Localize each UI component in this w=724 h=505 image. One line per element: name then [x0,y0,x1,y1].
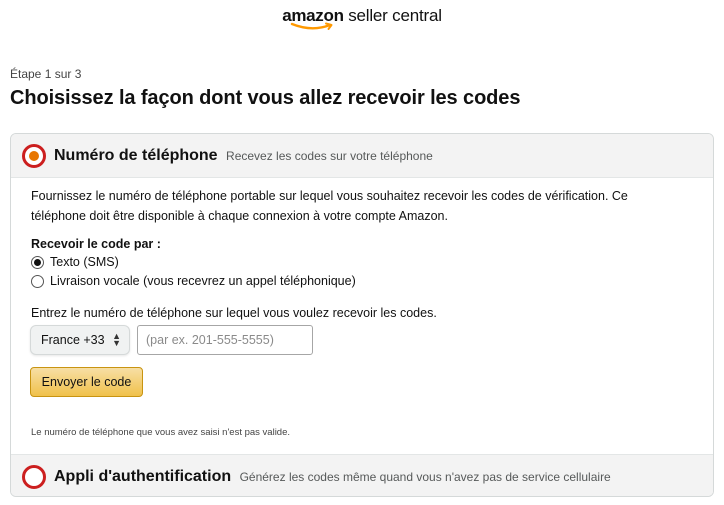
phone-option-title-text: Numéro de téléphone [54,146,218,164]
country-code-value: France +33 [41,333,105,347]
step-indicator: Étape 1 sur 3 [10,67,82,81]
amazon-smile-icon [290,22,333,30]
auth-app-option-header[interactable]: Appli d'authentification Générez les cod… [11,454,713,496]
auth-app-option-subtitle: Générez les codes même quand vous n'avez… [239,469,611,484]
logo-seller-central-text: seller central [343,6,442,25]
voice-label: Livraison vocale (vous recevrez un appel… [50,274,356,288]
delivery-voice-option[interactable]: Livraison vocale (vous recevrez un appel… [31,274,356,288]
phone-option-description: Fournissez le numéro de téléphone portab… [31,186,701,226]
sms-radio[interactable] [31,255,44,269]
page-title: Choisissez la façon dont vous allez rece… [10,87,521,109]
auth-app-option-title: Appli d'authentification Générez les cod… [54,468,611,486]
description-line-2: téléphone doit être disponible à chaque … [31,209,448,223]
receive-code-label: Recevoir le code par : [31,237,161,251]
amazon-seller-central-logo: amazon seller central [0,6,724,32]
radio-selected-dot [29,150,39,161]
delivery-sms-option[interactable]: Texto (SMS) [31,255,119,269]
auth-app-option-title-text: Appli d'authentification [54,467,232,485]
country-code-select[interactable]: France +33 ▲ ▼ [30,325,130,355]
phone-option-title: Numéro de téléphone Recevez les codes su… [54,147,433,165]
phone-error-message: Le numéro de téléphone que vous avez sai… [31,427,291,438]
phone-option-radio[interactable] [22,143,46,168]
auth-app-option-radio[interactable] [22,464,46,489]
phone-number-input[interactable] [137,325,313,355]
phone-option-header[interactable]: Numéro de téléphone Recevez les codes su… [11,134,713,178]
send-code-button[interactable]: Envoyer le code [30,367,143,397]
up-down-chevron-icon: ▲ ▼ [112,331,121,348]
voice-radio[interactable] [31,274,44,288]
phone-option-subtitle: Recevez les codes sur votre téléphone [226,148,433,163]
verification-method-card: Numéro de téléphone Recevez les codes su… [10,133,714,497]
enter-phone-label: Entrez le numéro de téléphone sur lequel… [31,306,437,320]
sms-label: Texto (SMS) [50,255,119,269]
description-line-1: Fournissez le numéro de téléphone portab… [31,189,628,203]
